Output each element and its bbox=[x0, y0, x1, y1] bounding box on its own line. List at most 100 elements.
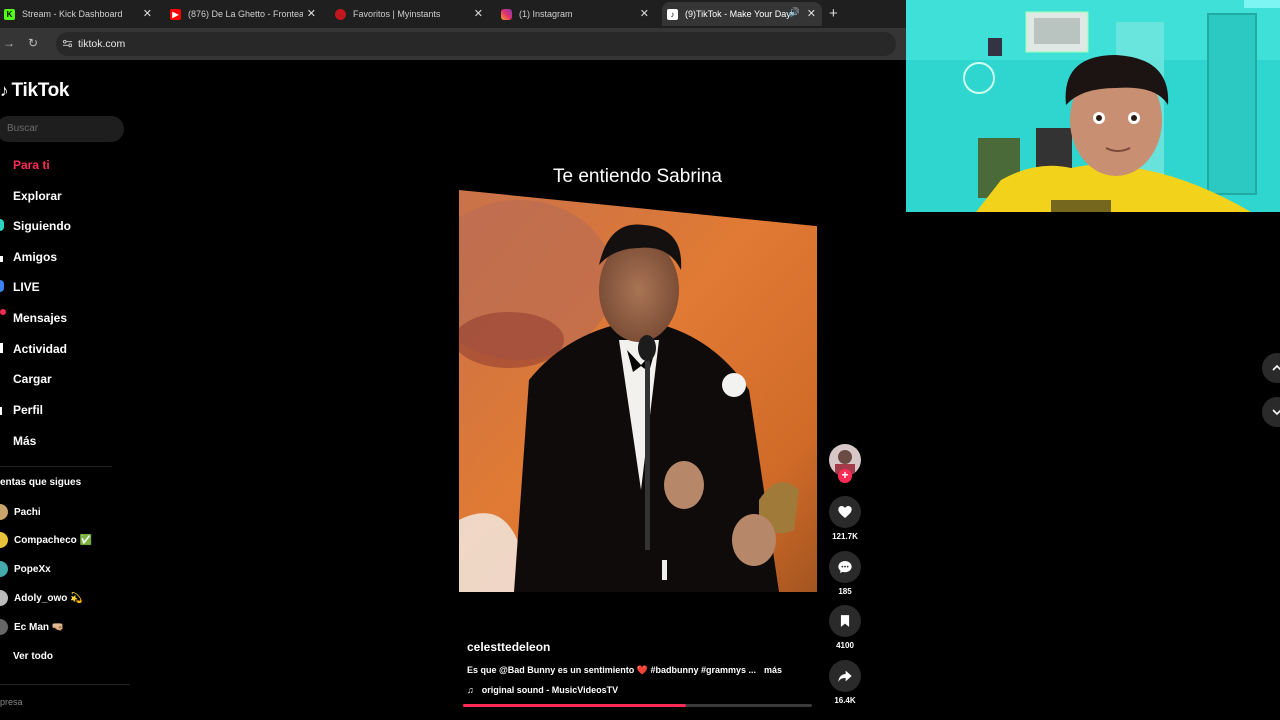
sound-name: original sound - MusicVideosTV bbox=[481, 685, 619, 695]
video-progress-fill bbox=[463, 704, 687, 707]
like-count: 121.7K bbox=[832, 532, 858, 541]
nav-item-live[interactable]: LIVE bbox=[0, 276, 40, 298]
webcam-image bbox=[906, 0, 1280, 212]
sidebar-divider bbox=[0, 684, 130, 685]
nav-item-actividad[interactable]: Actividad bbox=[0, 338, 67, 360]
logo-text: TikTok bbox=[11, 80, 70, 101]
more-link[interactable]: más bbox=[764, 665, 782, 675]
music-note-icon: ♫ bbox=[467, 685, 474, 695]
video-caption-overlay: Te entiendo Sabrina bbox=[552, 166, 722, 187]
following-account[interactable]: Compacheco ✅ bbox=[0, 530, 92, 550]
tab-title: (1) Instagram bbox=[519, 9, 573, 19]
nav-item-para-ti[interactable]: Para ti bbox=[0, 154, 50, 176]
nav-label: Mensajes bbox=[13, 311, 68, 325]
following-account[interactable]: Ec Man 🤜🏼 bbox=[0, 617, 64, 637]
account-name: Ec Man 🤜🏼 bbox=[14, 621, 65, 633]
new-tab-icon[interactable]: + bbox=[829, 5, 838, 22]
share-button[interactable]: 16.4K bbox=[829, 660, 861, 705]
share-count: 16.4K bbox=[834, 696, 856, 705]
youtube-icon: ▶ bbox=[170, 8, 181, 20]
account-name: Pachi bbox=[14, 506, 41, 518]
notification-badge bbox=[0, 309, 6, 315]
follow-button[interactable]: + bbox=[838, 469, 852, 483]
previous-video-button[interactable] bbox=[1262, 353, 1280, 383]
url-text: tiktok.com bbox=[78, 38, 126, 50]
search-placeholder: Buscar bbox=[7, 123, 39, 134]
following-account[interactable]: Pachi bbox=[0, 502, 41, 522]
close-icon[interactable]: ✕ bbox=[307, 7, 316, 20]
next-video-button[interactable] bbox=[1262, 397, 1280, 427]
speaker-icon[interactable]: 🔊 bbox=[789, 7, 800, 18]
nav-label: Perfil bbox=[13, 403, 44, 417]
comment-icon[interactable] bbox=[829, 551, 861, 583]
account-name: PopeXx bbox=[14, 563, 51, 575]
video-author-username[interactable]: celesttedeleon bbox=[467, 640, 550, 654]
video-player[interactable] bbox=[459, 190, 817, 592]
tab-title: (9)TikTok - Make Your Day bbox=[685, 9, 791, 19]
tab-tiktok[interactable]: ♪ (9)TikTok - Make Your Day 🔊 ✕ bbox=[662, 2, 822, 26]
tab-kick[interactable]: K Stream - Kick Dashboard ✕ bbox=[0, 2, 158, 26]
screen: K Stream - Kick Dashboard ✕ ▶ (876) De L… bbox=[0, 0, 1280, 720]
nav-item-explorar[interactable]: Explorar bbox=[0, 185, 62, 207]
avatar bbox=[0, 561, 8, 577]
video-frame bbox=[459, 190, 817, 592]
nav-label: Explorar bbox=[13, 189, 62, 203]
avatar bbox=[0, 619, 8, 635]
close-icon[interactable]: ✕ bbox=[143, 7, 152, 20]
following-icon bbox=[0, 218, 13, 234]
avatar bbox=[0, 590, 8, 606]
reload-icon[interactable]: ↻ bbox=[28, 36, 38, 50]
share-icon[interactable] bbox=[829, 660, 861, 692]
nav-item-mas[interactable]: Más bbox=[0, 430, 36, 452]
nav-item-mensajes[interactable]: Mensajes bbox=[0, 307, 67, 329]
close-icon[interactable]: ✕ bbox=[474, 7, 483, 20]
tab-title: Favoritos | Myinstants bbox=[353, 9, 441, 19]
chevron-down-icon bbox=[1272, 409, 1280, 416]
tiktok-logo[interactable]: ♪ TikTok bbox=[0, 80, 69, 102]
nav-item-amigos[interactable]: Amigos bbox=[0, 246, 57, 268]
close-icon[interactable]: ✕ bbox=[807, 7, 816, 20]
nav-item-perfil[interactable]: Perfil bbox=[0, 399, 43, 421]
live-icon bbox=[0, 279, 13, 295]
nav-label: Amigos bbox=[13, 250, 58, 264]
video-description: Es que @Bad Bunny es un sentimiento ❤️ #… bbox=[467, 665, 782, 676]
heart-icon[interactable] bbox=[829, 496, 861, 528]
comment-button[interactable]: 185 bbox=[829, 551, 861, 596]
comment-count: 185 bbox=[838, 587, 852, 596]
video-sound[interactable]: ♫ original sound - MusicVideosTV bbox=[467, 685, 618, 695]
video-progress-bar[interactable] bbox=[463, 704, 812, 707]
bookmark-count: 4100 bbox=[836, 641, 854, 650]
forward-icon[interactable]: → bbox=[3, 36, 15, 50]
following-accounts-title: entas que sigues bbox=[0, 477, 82, 488]
description-text: Es que @Bad Bunny es un sentimiento ❤️ #… bbox=[467, 665, 757, 675]
tab-title: Stream - Kick Dashboard bbox=[22, 9, 123, 19]
address-bar[interactable]: tiktok.com bbox=[56, 32, 896, 56]
tiktok-icon: ♪ bbox=[667, 8, 678, 20]
following-account[interactable]: Adoly_owo 💫 bbox=[0, 588, 83, 608]
tab-youtube[interactable]: ▶ (876) De La Ghetto - Fronteame ✕ bbox=[166, 2, 322, 26]
bookmark-button[interactable]: 4100 bbox=[829, 605, 861, 650]
like-button[interactable]: 121.7K bbox=[829, 496, 861, 541]
browser-tab-bar: K Stream - Kick Dashboard ✕ ▶ (876) De L… bbox=[0, 0, 906, 28]
site-settings-icon[interactable] bbox=[62, 38, 73, 49]
tab-instagram[interactable]: (1) Instagram ✕ bbox=[497, 2, 655, 26]
search-input[interactable]: Buscar bbox=[0, 116, 124, 142]
friends-icon bbox=[0, 250, 13, 265]
bookmark-icon[interactable] bbox=[829, 605, 861, 637]
close-icon[interactable]: ✕ bbox=[640, 7, 649, 20]
nav-label: LIVE bbox=[13, 280, 40, 294]
nav-item-cargar[interactable]: Cargar bbox=[0, 368, 52, 390]
account-name: Adoly_owo 💫 bbox=[14, 592, 83, 604]
tab-myinstants[interactable]: Favoritos | Myinstants ✕ bbox=[331, 2, 489, 26]
nav-label: Para ti bbox=[13, 158, 50, 172]
footer-link[interactable]: presa bbox=[0, 697, 23, 707]
webcam-overlay bbox=[906, 0, 1280, 212]
see-all-link[interactable]: Ver todo bbox=[13, 651, 53, 662]
nav-item-siguiendo[interactable]: Siguiendo bbox=[0, 215, 71, 237]
avatar bbox=[0, 532, 8, 548]
nav-label: Cargar bbox=[13, 372, 52, 386]
following-account[interactable]: PopeXx bbox=[0, 559, 51, 579]
tab-title: (876) De La Ghetto - Fronteame bbox=[188, 9, 303, 19]
sidebar-divider bbox=[0, 466, 112, 467]
instagram-icon bbox=[501, 8, 512, 20]
